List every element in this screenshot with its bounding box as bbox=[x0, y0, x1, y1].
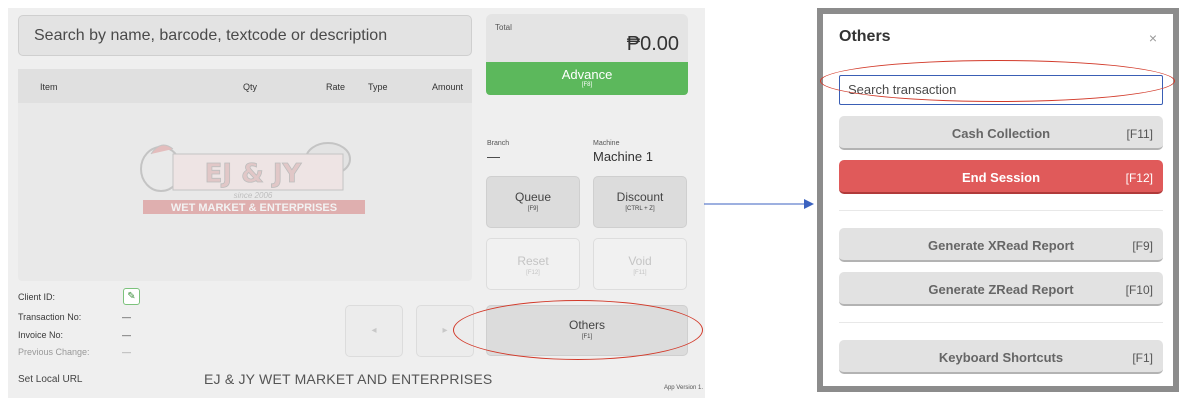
discount-shortcut: [CTRL + Z] bbox=[625, 206, 655, 212]
end-session-button[interactable]: End Session [F12] bbox=[839, 160, 1163, 194]
col-amount: Amount bbox=[432, 82, 464, 92]
company-logo: EJ & JY since 2006 WET MARKET & ENTERPRI… bbox=[140, 142, 365, 214]
product-search-input[interactable]: Search by name, barcode, textcode or des… bbox=[18, 15, 472, 56]
void-label: Void bbox=[628, 254, 652, 268]
others-modal-frame: Others × Search transaction Cash Collect… bbox=[817, 8, 1179, 392]
client-id-row: Client ID: bbox=[18, 292, 55, 302]
col-item: Item bbox=[40, 82, 58, 92]
discount-button[interactable]: Discount [CTRL + Z] bbox=[593, 176, 687, 228]
logo-line2: since 2006 bbox=[234, 191, 273, 200]
invoice-no-row: Invoice No: — bbox=[18, 330, 158, 340]
transaction-no-row: Transaction No: — bbox=[18, 312, 158, 322]
others-label: Others bbox=[568, 318, 605, 332]
reset-shortcut: [F12] bbox=[526, 270, 540, 276]
modal-title: Others bbox=[839, 28, 891, 45]
transaction-search-input[interactable]: Search transaction bbox=[839, 75, 1163, 105]
keyboard-shortcuts-shortcut: [F1] bbox=[1132, 351, 1153, 365]
col-rate: Rate bbox=[326, 82, 346, 92]
advance-button[interactable]: Advance [F8] bbox=[486, 62, 688, 95]
transaction-no-label: Transaction No: bbox=[18, 312, 82, 322]
reset-label: Reset bbox=[517, 254, 549, 268]
queue-button[interactable]: Queue [F9] bbox=[486, 176, 580, 228]
previous-change-row: Previous Change: — bbox=[18, 347, 158, 357]
transaction-no-value: — bbox=[122, 312, 131, 322]
next-page-button[interactable]: ▸ bbox=[416, 305, 474, 357]
void-shortcut: [F11] bbox=[633, 270, 647, 276]
col-qty: Qty bbox=[243, 82, 258, 92]
others-modal: Others × Search transaction Cash Collect… bbox=[823, 14, 1173, 386]
total-panel: Total ₱0.00 bbox=[486, 14, 688, 62]
discount-label: Discount bbox=[616, 190, 664, 204]
client-id-label: Client ID: bbox=[18, 292, 56, 302]
keyboard-shortcuts-label: Keyboard Shortcuts bbox=[938, 350, 1064, 365]
connector-arrow-icon bbox=[704, 199, 814, 209]
void-button[interactable]: Void [F11] bbox=[593, 238, 687, 290]
advance-label: Advance bbox=[561, 67, 613, 82]
set-local-url-link[interactable]: Set Local URL bbox=[18, 374, 82, 385]
generate-xread-label: Generate XRead Report bbox=[928, 238, 1074, 253]
logo-line1: EJ & JY bbox=[205, 159, 303, 189]
generate-xread-shortcut: [F9] bbox=[1132, 239, 1153, 253]
keyboard-shortcuts-button[interactable]: Keyboard Shortcuts [F1] bbox=[839, 340, 1163, 374]
queue-label: Queue bbox=[514, 190, 552, 204]
invoice-no-label: Invoice No: bbox=[18, 330, 64, 340]
advance-shortcut: [F8] bbox=[581, 82, 593, 88]
divider bbox=[839, 210, 1163, 211]
generate-xread-button[interactable]: Generate XRead Report [F9] bbox=[839, 228, 1163, 262]
cart-table: Item Qty Rate Type Amount EJ & JY since … bbox=[18, 69, 472, 281]
branch-value: — bbox=[487, 149, 500, 164]
edit-client-icon[interactable]: ✎ bbox=[123, 288, 140, 305]
generate-zread-button[interactable]: Generate ZRead Report [F10] bbox=[839, 272, 1163, 306]
end-session-label: End Session bbox=[961, 170, 1041, 185]
cash-collection-label: Cash Collection bbox=[951, 126, 1051, 141]
branch-label: Branch bbox=[487, 140, 510, 147]
cash-collection-shortcut: [F11] bbox=[1126, 127, 1153, 141]
total-label: Total bbox=[495, 23, 512, 32]
reset-button[interactable]: Reset [F12] bbox=[486, 238, 580, 290]
invoice-no-value: — bbox=[122, 330, 131, 340]
total-amount: ₱0.00 bbox=[626, 33, 679, 55]
machine-value: Machine 1 bbox=[593, 149, 653, 164]
cart-table-header: Item Qty Rate Type Amount bbox=[18, 69, 472, 103]
app-version: App Version 1. bbox=[663, 385, 703, 391]
brand-footer: EJ & JY WET MARKET AND ENTERPRISES bbox=[204, 371, 493, 387]
generate-zread-label: Generate ZRead Report bbox=[928, 282, 1074, 297]
others-shortcut: [F1] bbox=[581, 334, 593, 340]
logo-line3: WET MARKET & ENTERPRISES bbox=[171, 202, 337, 214]
close-icon[interactable]: × bbox=[1149, 30, 1157, 46]
col-type: Type bbox=[368, 82, 388, 92]
end-session-shortcut: [F12] bbox=[1125, 171, 1153, 185]
pos-screen: Search by name, barcode, textcode or des… bbox=[8, 8, 705, 398]
prev-page-button[interactable]: ◂ bbox=[345, 305, 403, 357]
machine-label: Machine bbox=[593, 140, 620, 147]
generate-zread-shortcut: [F10] bbox=[1125, 283, 1153, 297]
divider bbox=[839, 322, 1163, 323]
cash-collection-button[interactable]: Cash Collection [F11] bbox=[839, 116, 1163, 150]
queue-shortcut: [F9] bbox=[527, 206, 539, 212]
previous-change-label: Previous Change: bbox=[18, 347, 90, 357]
previous-change-value: — bbox=[122, 347, 131, 357]
others-button[interactable]: Others [F1] bbox=[486, 305, 688, 356]
